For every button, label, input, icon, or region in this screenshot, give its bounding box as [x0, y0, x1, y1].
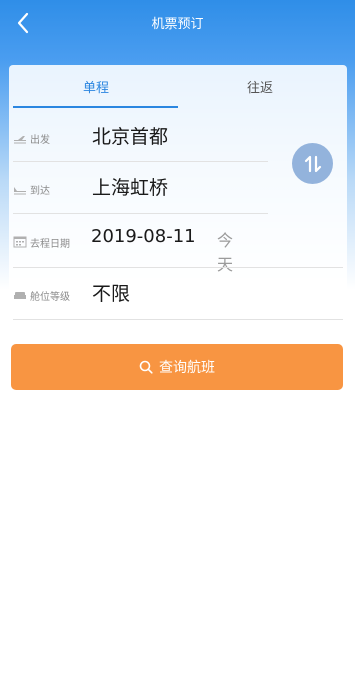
- page-title: 机票预订: [151, 17, 204, 32]
- date-label: 去程日期: [30, 239, 70, 250]
- divider: [13, 161, 268, 162]
- divider: [13, 213, 268, 214]
- departure-label: 出发: [30, 135, 50, 146]
- departure-city[interactable]: 北京首都: [92, 122, 168, 149]
- tab-one-way[interactable]: 单程: [83, 77, 109, 96]
- departure-date[interactable]: 2019-08-11: [91, 226, 196, 247]
- search-flights-label: 查询航班: [159, 360, 215, 376]
- divider: [13, 267, 343, 268]
- arrival-label: 到达: [30, 186, 50, 197]
- divider: [13, 319, 343, 320]
- calendar-icon: [13, 236, 27, 248]
- search-icon: [139, 360, 153, 374]
- seat-icon: [14, 292, 26, 299]
- cabin-label: 舱位等级: [30, 292, 70, 303]
- arrival-city[interactable]: 上海虹桥: [92, 173, 168, 200]
- navigation-bar: 机票预订: [0, 0, 355, 46]
- swap-arrows-icon: [304, 155, 321, 172]
- search-flights-button[interactable]: 查询航班: [11, 344, 343, 390]
- active-tab-indicator: [13, 106, 178, 108]
- tab-round-trip[interactable]: 往返: [247, 77, 273, 96]
- cabin-class[interactable]: 不限: [92, 279, 130, 306]
- swap-cities-button[interactable]: [292, 143, 333, 184]
- plane-takeoff-icon: [14, 136, 26, 144]
- plane-landing-icon: [14, 187, 26, 195]
- trip-type-tabs: 单程 往返: [9, 65, 347, 109]
